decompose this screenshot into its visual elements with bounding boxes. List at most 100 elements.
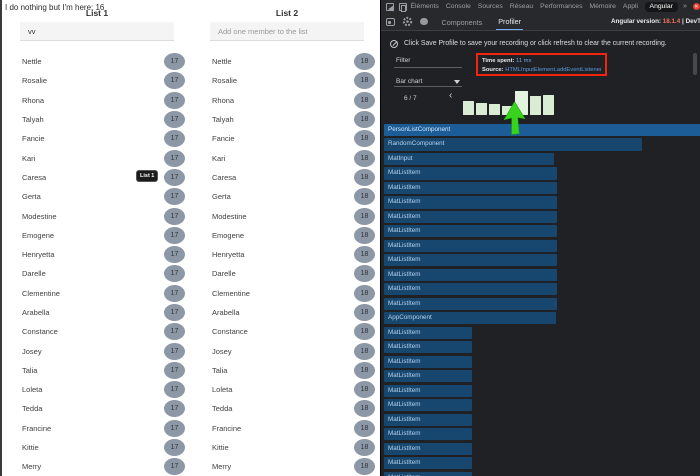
- component-timing-row[interactable]: PersonListComponent: [384, 124, 700, 136]
- settings-gear-icon[interactable]: [402, 16, 413, 27]
- list-item[interactable]: Constance 18: [200, 322, 378, 341]
- list-item[interactable]: Caresa 17: [10, 168, 188, 187]
- component-timing-row[interactable]: MatListItem: [384, 211, 557, 223]
- list-item[interactable]: Kari 18: [200, 148, 378, 167]
- list-item[interactable]: Rosalie 18: [200, 71, 378, 90]
- list-item[interactable]: Emogene 17: [10, 226, 188, 245]
- list-item[interactable]: Loleta 18: [200, 380, 378, 399]
- component-timing-row[interactable]: MatListItem: [384, 225, 557, 237]
- chart-type-select[interactable]: Bar chart: [396, 78, 422, 85]
- list-item[interactable]: Clementine 17: [10, 284, 188, 303]
- devtools-tab[interactable]: Console: [446, 3, 471, 10]
- list-item[interactable]: Kittie 18: [200, 438, 378, 457]
- list-item[interactable]: Talyah 18: [200, 110, 378, 129]
- component-timing-row[interactable]: MatListItem: [384, 457, 472, 469]
- screencast-icon[interactable]: [386, 18, 395, 26]
- filter-input[interactable]: Filter: [396, 57, 410, 64]
- tab-angular[interactable]: Angular: [645, 2, 678, 12]
- tab-components[interactable]: Components: [440, 14, 485, 30]
- list-item[interactable]: Darelle 17: [10, 264, 188, 283]
- list-item[interactable]: Henryetta 18: [200, 245, 378, 264]
- previous-frame-button[interactable]: ‹: [449, 91, 452, 101]
- list-item[interactable]: Kari 17: [10, 148, 188, 167]
- devtools-tab[interactable]: Sources: [478, 3, 503, 10]
- devtools-tab[interactable]: Éléments: [411, 3, 439, 10]
- devtools-tab[interactable]: Appli: [623, 3, 638, 10]
- component-timing-row[interactable]: AppComponent: [384, 312, 556, 324]
- time-spent-line: Time spent: 11 ms: [482, 57, 601, 66]
- list-item[interactable]: Francine 17: [10, 419, 188, 438]
- component-timing-row[interactable]: MatListItem: [384, 254, 557, 266]
- device-toolbar-icon[interactable]: [399, 3, 407, 11]
- component-timing-row[interactable]: MatListItem: [384, 167, 557, 179]
- component-timing-row[interactable]: MatListItem: [384, 399, 472, 411]
- component-timing-row[interactable]: MatListItem: [384, 182, 557, 194]
- component-timing-row[interactable]: MatInput: [384, 153, 554, 165]
- list-item[interactable]: Merry 18: [200, 457, 378, 476]
- list-item[interactable]: Clementine 18: [200, 284, 378, 303]
- error-icon[interactable]: ✕: [693, 3, 700, 10]
- source-link[interactable]: HTMLInputElement.addEventListener:keydow…: [504, 67, 601, 73]
- component-timing-row[interactable]: MatListItem: [384, 443, 472, 455]
- more-tabs-icon[interactable]: »: [683, 3, 687, 10]
- list-item[interactable]: Emogene 18: [200, 226, 378, 245]
- list-item[interactable]: Josey 18: [200, 341, 378, 360]
- list-item[interactable]: Darelle 18: [200, 264, 378, 283]
- component-timing-row[interactable]: MatListItem: [384, 196, 557, 208]
- list-item[interactable]: Henryetta 17: [10, 245, 188, 264]
- list-item[interactable]: Tedda 17: [10, 399, 188, 418]
- component-timing-row[interactable]: MatListItem: [384, 327, 472, 339]
- frame-bar[interactable]: [543, 95, 554, 115]
- component-timing-row[interactable]: MatListItem: [384, 298, 557, 310]
- list-item[interactable]: Talia 18: [200, 361, 378, 380]
- component-timing-row[interactable]: MatListItem: [384, 283, 557, 295]
- devtools-tab[interactable]: Mémoire: [589, 3, 615, 10]
- component-timing-row[interactable]: MatListItem: [384, 356, 472, 368]
- list-item[interactable]: Josey 17: [10, 341, 188, 360]
- member-name: Emogene: [22, 231, 54, 240]
- component-timing-row[interactable]: MatListItem: [384, 269, 557, 281]
- list-item[interactable]: Constance 17: [10, 322, 188, 341]
- list1-add-member-input[interactable]: [20, 22, 174, 41]
- list2-add-member-input[interactable]: [210, 22, 364, 41]
- devtools-tab[interactable]: Réseau: [510, 3, 533, 10]
- component-timing-row[interactable]: MatListItem: [384, 240, 557, 252]
- list-item[interactable]: Arabella 17: [10, 303, 188, 322]
- tab-profiler[interactable]: Profiler: [496, 13, 523, 31]
- list-item[interactable]: Tedda 18: [200, 399, 378, 418]
- list-item[interactable]: Kittie 17: [10, 438, 188, 457]
- frame-bar[interactable]: [530, 96, 541, 114]
- scrollbar-thumb[interactable]: [693, 53, 697, 75]
- list-item[interactable]: Loleta 17: [10, 380, 188, 399]
- list-item[interactable]: Rhona 18: [200, 91, 378, 110]
- frame-bar[interactable]: [476, 103, 487, 115]
- devtools-tab[interactable]: Performances: [540, 3, 582, 10]
- list-item[interactable]: Nettle 18: [200, 52, 378, 71]
- component-timing-row[interactable]: MatListItem: [384, 341, 472, 353]
- component-timing-row[interactable]: MatListItem: [384, 472, 472, 476]
- list-item[interactable]: Rosalie 17: [10, 71, 188, 90]
- component-timing-row[interactable]: RandomComponent: [384, 138, 642, 150]
- frame-bar[interactable]: [489, 104, 500, 115]
- list-item[interactable]: Nettle 17: [10, 52, 188, 71]
- list-item[interactable]: Caresa 18: [200, 168, 378, 187]
- list-item[interactable]: Gerta 18: [200, 187, 378, 206]
- list-item[interactable]: Arabella 18: [200, 303, 378, 322]
- component-timing-row[interactable]: MatListItem: [384, 385, 472, 397]
- list-item[interactable]: Gerta 17: [10, 187, 188, 206]
- component-timing-row[interactable]: MatListItem: [384, 370, 472, 382]
- component-timing-row[interactable]: MatListItem: [384, 428, 472, 440]
- list-item[interactable]: Talyah 17: [10, 110, 188, 129]
- list-item[interactable]: Modestine 18: [200, 206, 378, 225]
- list-item[interactable]: Fancie 18: [200, 129, 378, 148]
- list-item[interactable]: Francine 18: [200, 419, 378, 438]
- list-item[interactable]: Rhona 17: [10, 91, 188, 110]
- list-item[interactable]: Talia 17: [10, 361, 188, 380]
- frame-bar[interactable]: [463, 101, 474, 115]
- list-item[interactable]: Fancie 17: [10, 129, 188, 148]
- component-timing-row[interactable]: MatListItem: [384, 414, 472, 426]
- list-item[interactable]: Modestine 17: [10, 206, 188, 225]
- record-circle-icon[interactable]: [420, 18, 428, 26]
- list-item[interactable]: Merry 17: [10, 457, 188, 476]
- inspect-element-icon[interactable]: [386, 3, 394, 11]
